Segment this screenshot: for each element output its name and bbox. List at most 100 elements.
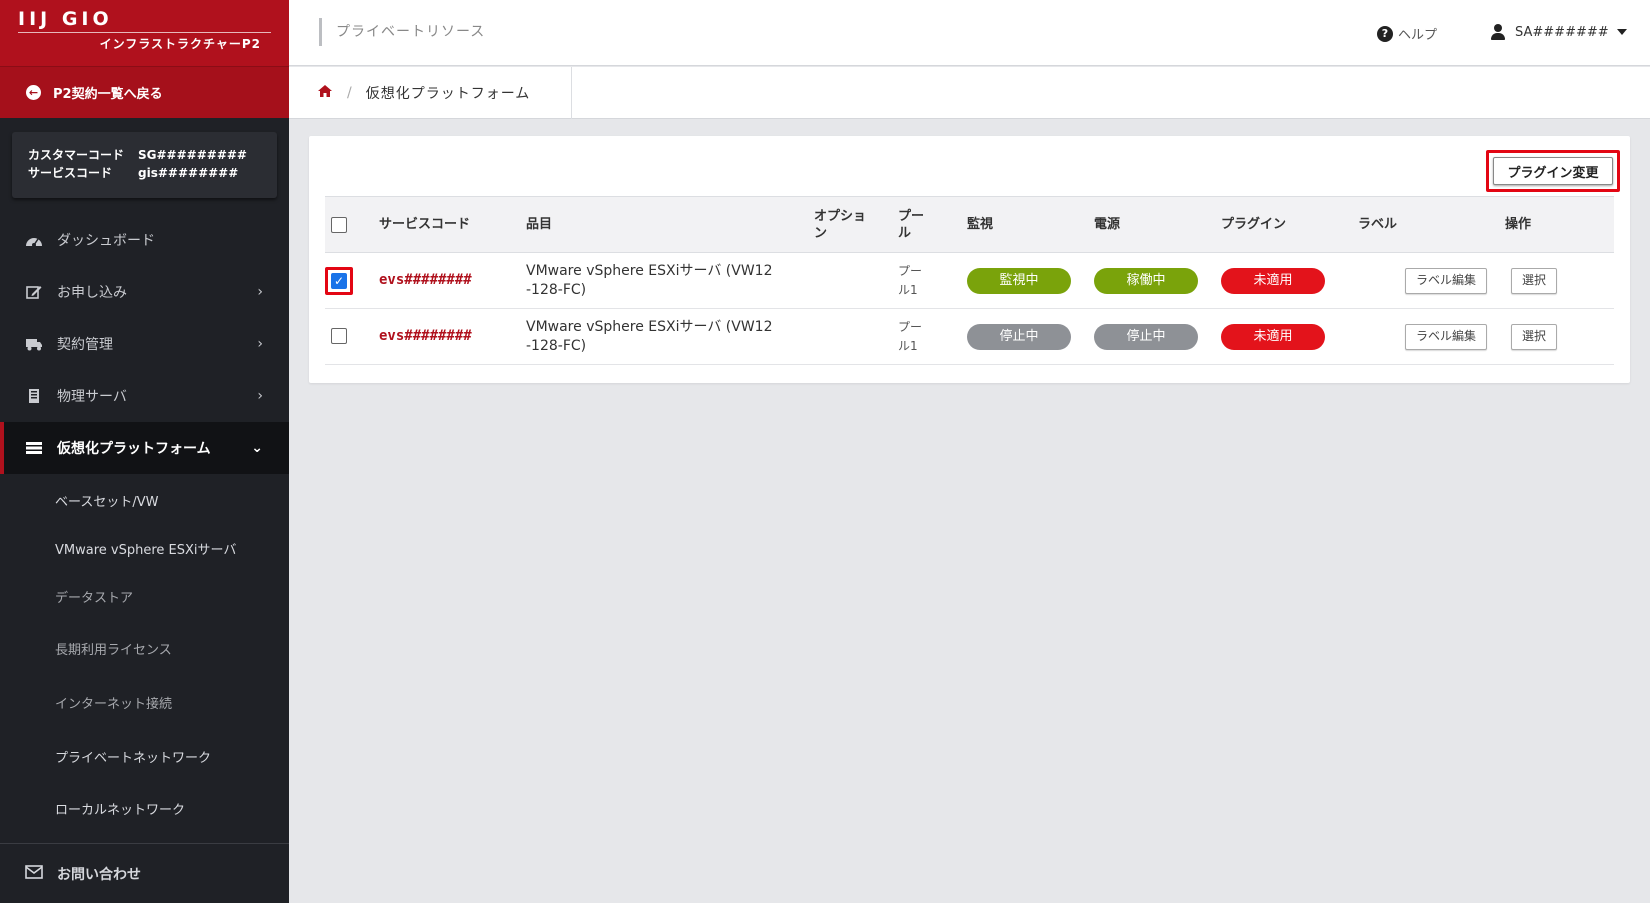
top-header: プライベートリソース ? ヘルプ SA####### bbox=[289, 0, 1650, 66]
sidebar-subitem-local-network[interactable]: ローカルネットワーク bbox=[0, 782, 289, 834]
power-status-badge: 稼働中 bbox=[1094, 267, 1198, 294]
item-line1: VMware vSphere ESXiサーバ (VW12 bbox=[526, 262, 773, 279]
col-monitor[interactable]: 監視 bbox=[961, 196, 1088, 253]
back-to-contracts-link[interactable]: ← P2契約一覧へ戻る bbox=[0, 66, 289, 118]
table-row: evs######## VMware vSphere ESXiサーバ (VW12… bbox=[325, 308, 1614, 365]
plugin-change-highlight: プラグイン変更 bbox=[1486, 150, 1620, 192]
dashboard-icon bbox=[25, 232, 43, 248]
item-cell: VMware vSphere ESXiサーバ (VW12 -128-FC) bbox=[520, 252, 808, 309]
sidebar-subitem-long-term-license[interactable]: 長期利用ライセンス bbox=[0, 622, 289, 674]
col-label[interactable]: ラベル bbox=[1352, 196, 1499, 253]
server-list-card: プラグイン変更 サービスコード 品目 オプション プール 監視 電源 プラグイン… bbox=[309, 136, 1630, 383]
option-cell bbox=[808, 308, 892, 365]
brand-logo[interactable]: IIJ GIO bbox=[18, 8, 271, 30]
monitor-status-badge: 停止中 bbox=[967, 323, 1071, 350]
list-icon bbox=[25, 440, 43, 456]
sidebar-item-virtualization-platform[interactable]: 仮想化プラットフォーム ⌄ bbox=[0, 422, 289, 474]
col-option-line2: ン bbox=[814, 225, 828, 241]
col-plugin[interactable]: プラグイン bbox=[1215, 196, 1352, 253]
customer-code-value: SG######### bbox=[138, 148, 247, 162]
item-line1: VMware vSphere ESXiサーバ (VW12 bbox=[526, 318, 773, 335]
server-table: サービスコード 品目 オプション プール 監視 電源 プラグイン ラベル 操作 … bbox=[325, 196, 1614, 365]
col-power[interactable]: 電源 bbox=[1088, 196, 1215, 253]
chevron-down-icon: ⌄ bbox=[251, 440, 263, 456]
select-all-checkbox[interactable] bbox=[331, 216, 347, 233]
brand-subtitle: インフラストラクチャーP2 bbox=[99, 37, 261, 51]
caret-down-icon bbox=[1616, 29, 1627, 35]
item-line2: -128-FC) bbox=[526, 337, 587, 354]
sidebar-subitem-internet[interactable]: インターネット接続 bbox=[0, 674, 289, 730]
row-checkbox[interactable]: ✓ bbox=[331, 272, 347, 289]
item-cell: VMware vSphere ESXiサーバ (VW12 -128-FC) bbox=[520, 308, 808, 365]
customer-code-label: カスタマーコード bbox=[28, 148, 125, 162]
select-all-cell bbox=[325, 196, 373, 253]
pool-line2: ル1 bbox=[898, 338, 918, 353]
pool-line1: プー bbox=[898, 263, 923, 278]
power-status-badge: 停止中 bbox=[1094, 323, 1198, 350]
monitor-status-badge: 監視中 bbox=[967, 267, 1071, 294]
pool-cell: プール1 bbox=[892, 252, 961, 309]
question-circle-icon: ? bbox=[1377, 25, 1393, 42]
help-link[interactable]: ? ヘルプ bbox=[1377, 24, 1437, 43]
item-line2: -128-FC) bbox=[526, 281, 587, 298]
sidebar-item-label: 仮想化プラットフォーム bbox=[57, 441, 211, 457]
checkbox-highlight: ✓ bbox=[325, 266, 353, 295]
col-operation: 操作 bbox=[1499, 196, 1614, 253]
truck-icon bbox=[25, 336, 43, 352]
select-button[interactable]: 選択 bbox=[1511, 267, 1558, 294]
plugin-status-badge: 未適用 bbox=[1221, 323, 1325, 350]
contact-link[interactable]: お問い合わせ bbox=[0, 843, 289, 903]
col-pool[interactable]: プール bbox=[892, 196, 961, 253]
sidebar-item-physical-server[interactable]: 物理サーバ › bbox=[0, 370, 289, 422]
brand-header: IIJ GIO インフラストラクチャーP2 bbox=[0, 0, 289, 66]
back-label: P2契約一覧へ戻る bbox=[53, 87, 163, 102]
sidebar-item-dashboard[interactable]: ダッシュボード bbox=[0, 214, 289, 266]
chevron-right-icon: › bbox=[257, 388, 263, 404]
row-select-cell bbox=[325, 308, 373, 365]
user-name: SA####### bbox=[1515, 24, 1609, 40]
service-code-link[interactable]: evs######## bbox=[379, 328, 472, 344]
col-option[interactable]: オプション bbox=[808, 196, 892, 253]
sidebar-item-label: 契約管理 bbox=[57, 337, 113, 353]
col-pool-line2: ル bbox=[898, 225, 912, 241]
sidebar-subitem-private-network[interactable]: プライベートネットワーク bbox=[0, 730, 289, 782]
user-menu[interactable]: SA####### bbox=[1491, 24, 1627, 40]
page-title: プライベートリソース bbox=[319, 18, 485, 46]
brand-divider bbox=[18, 32, 271, 33]
row-checkbox[interactable] bbox=[331, 328, 347, 344]
service-code-label: サービスコード bbox=[28, 166, 113, 180]
sidebar-subitem-baseset[interactable]: ベースセット/VW bbox=[0, 474, 289, 526]
sidebar-item-label: お申し込み bbox=[57, 285, 127, 301]
chevron-right-icon: › bbox=[257, 284, 263, 300]
sidebar-subitem-datastore[interactable]: データストア bbox=[0, 570, 289, 622]
home-icon[interactable] bbox=[317, 84, 333, 102]
sidebar: IIJ GIO インフラストラクチャーP2 ← P2契約一覧へ戻る カスタマーコ… bbox=[0, 0, 289, 903]
contact-label: お問い合わせ bbox=[57, 866, 141, 883]
pool-cell: プール1 bbox=[892, 308, 961, 365]
sidebar-item-label: 物理サーバ bbox=[57, 389, 127, 405]
table-row: ✓ evs######## VMware vSphere ESXiサーバ (VW… bbox=[325, 252, 1614, 309]
edit-label-button[interactable]: ラベル編集 bbox=[1404, 323, 1487, 350]
sidebar-subitem-esxi-server[interactable]: VMware vSphere ESXiサーバ bbox=[0, 526, 289, 570]
mail-icon bbox=[25, 864, 43, 883]
sidebar-item-application[interactable]: お申し込み › bbox=[0, 266, 289, 318]
server-icon bbox=[25, 388, 43, 404]
col-service-code[interactable]: サービスコード bbox=[373, 196, 520, 253]
plugin-change-button[interactable]: プラグイン変更 bbox=[1493, 157, 1613, 185]
user-icon bbox=[1491, 24, 1505, 40]
sidebar-item-label: ダッシュボード bbox=[57, 233, 155, 249]
select-button[interactable]: 選択 bbox=[1511, 323, 1558, 350]
sidebar-nav: ダッシュボード お申し込み › 契約管理 › 物理サーバ › 仮想化プラットフォ… bbox=[0, 214, 289, 834]
col-pool-line1: プー bbox=[898, 208, 925, 224]
service-code-value: gis######## bbox=[138, 166, 239, 180]
edit-icon bbox=[25, 284, 43, 300]
row-select-cell: ✓ bbox=[325, 252, 373, 309]
sidebar-item-contract[interactable]: 契約管理 › bbox=[0, 318, 289, 370]
col-item[interactable]: 品目 bbox=[520, 196, 808, 253]
pool-line2: ル1 bbox=[898, 282, 918, 297]
pool-line1: プー bbox=[898, 319, 923, 334]
service-code-link[interactable]: evs######## bbox=[379, 272, 472, 288]
chevron-right-icon: › bbox=[257, 336, 263, 352]
breadcrumb-separator: / bbox=[347, 85, 352, 101]
edit-label-button[interactable]: ラベル編集 bbox=[1404, 267, 1487, 294]
